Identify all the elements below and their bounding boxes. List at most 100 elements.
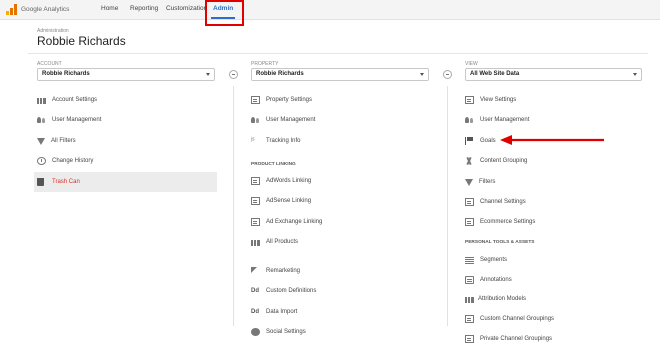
view-selector[interactable]: All Web Site Data [465, 68, 642, 81]
data-import-link[interactable]: Dd Data Import [248, 302, 297, 322]
attribution-models-link[interactable]: Attribution Models [462, 289, 526, 309]
goals-link[interactable]: Goals [462, 131, 496, 151]
menu-label: Custom Definitions [266, 288, 317, 294]
menu-label: User Management [480, 117, 530, 123]
dd-icon: Dd [251, 309, 259, 315]
product-linking-heading: PRODUCT LINKING [251, 162, 296, 167]
filter-icon [465, 178, 473, 186]
menu-label: Remarketing [266, 268, 301, 274]
adsense-icon [251, 197, 260, 205]
page-title: Robbie Richards [37, 34, 126, 48]
column-divider [233, 86, 234, 326]
nav-reporting[interactable]: Reporting [130, 0, 158, 20]
js-icon: ʲˢ [251, 137, 255, 144]
app-name: Google Analytics [21, 6, 70, 13]
channel-icon [465, 335, 474, 343]
google-analytics-logo[interactable]: Google Analytics [6, 3, 69, 16]
menu-label: AdSense Linking [266, 198, 312, 204]
view-user-management-link[interactable]: User Management [462, 110, 529, 130]
property-column-label: PROPERTY [251, 61, 279, 67]
admin-highlight-box [205, 0, 244, 26]
property-selector[interactable]: Robbie Richards [251, 68, 429, 81]
segments-icon [465, 256, 474, 264]
collapse-account-button[interactable] [229, 70, 238, 79]
menu-label: Attribution Models [478, 296, 527, 302]
channel-settings-link[interactable]: Channel Settings [462, 192, 526, 212]
annotations-link[interactable]: Annotations [462, 270, 512, 290]
personal-tools-heading: PERSONAL TOOLS & ASSETS [465, 240, 535, 245]
settings-box-icon [465, 96, 474, 104]
chevron-down-icon [206, 73, 210, 76]
remarketing-link[interactable]: Remarketing [248, 261, 300, 281]
ad-exchange-linking-link[interactable]: Ad Exchange Linking [248, 212, 322, 232]
column-divider [447, 86, 448, 326]
custom-channel-groupings-link[interactable]: Custom Channel Groupings [462, 309, 554, 329]
content-grouping-link[interactable]: Content Grouping [462, 151, 527, 171]
analytics-logo-icon [6, 4, 18, 15]
menu-label: Tracking Info [266, 138, 301, 144]
all-products-link[interactable]: All Products [248, 232, 298, 252]
nav-home[interactable]: Home [101, 0, 118, 20]
property-settings-link[interactable]: Property Settings [248, 90, 312, 110]
account-selector[interactable]: Robbie Richards [37, 68, 215, 81]
nav-customization[interactable]: Customization [166, 0, 207, 20]
all-filters-link[interactable]: All Filters [34, 131, 217, 151]
filter-icon [37, 137, 45, 145]
menu-label: Ad Exchange Linking [266, 219, 323, 225]
view-column-label: VIEW [465, 61, 478, 67]
menu-label: Filters [479, 179, 496, 185]
account-column-label: ACCOUNT [37, 61, 62, 67]
menu-label: Trash Can [52, 179, 80, 185]
chevron-down-icon [420, 73, 424, 76]
tracking-info-link[interactable]: ʲˢ Tracking Info [248, 131, 300, 151]
account-selected-value: Robbie Richards [42, 71, 90, 77]
collapse-property-button[interactable] [443, 70, 452, 79]
menu-label: Change History [52, 158, 94, 164]
menu-label: Channel Settings [480, 199, 526, 205]
trash-can-link[interactable]: Trash Can [34, 172, 217, 192]
social-settings-link[interactable]: Social Settings [248, 322, 306, 342]
view-settings-link[interactable]: View Settings [462, 90, 516, 110]
menu-label: View Settings [480, 97, 517, 103]
menu-label: User Management [52, 117, 102, 123]
menu-label: Account Settings [52, 97, 98, 103]
building-icon [37, 96, 46, 104]
settings-box-icon [251, 96, 260, 104]
segments-link[interactable]: Segments [462, 250, 507, 270]
menu-label: Private Channel Groupings [480, 336, 553, 342]
history-icon [37, 157, 46, 165]
top-nav-bar: Google Analytics Home Reporting Customiz… [0, 0, 660, 20]
users-icon [251, 116, 260, 124]
change-history-link[interactable]: Change History [34, 151, 217, 171]
menu-label: Segments [480, 257, 508, 263]
adwords-linking-link[interactable]: AdWords Linking [248, 171, 311, 191]
grouping-icon [465, 157, 474, 165]
users-icon [465, 116, 474, 124]
header-divider [28, 53, 648, 54]
private-channel-groupings-link[interactable]: Private Channel Groupings [462, 329, 552, 349]
custom-definitions-link[interactable]: Dd Custom Definitions [248, 281, 316, 301]
menu-label: User Management [266, 117, 316, 123]
menu-label: Custom Channel Groupings [480, 316, 555, 322]
adsense-linking-link[interactable]: AdSense Linking [248, 191, 311, 211]
property-user-management-link[interactable]: User Management [248, 110, 315, 130]
filters-link[interactable]: Filters [462, 172, 495, 192]
menu-label: Content Grouping [480, 158, 528, 164]
account-settings-link[interactable]: Account Settings [34, 90, 217, 110]
menu-label: AdWords Linking [266, 178, 312, 184]
globe-icon [251, 328, 260, 336]
adwords-icon [251, 177, 260, 185]
account-user-management-link[interactable]: User Management [34, 110, 217, 130]
ecommerce-settings-link[interactable]: Ecommerce Settings [462, 212, 535, 232]
cart-icon [465, 218, 474, 226]
menu-label: All Products [266, 239, 299, 245]
property-selected-value: Robbie Richards [256, 71, 304, 77]
menu-label: Property Settings [266, 97, 313, 103]
channel-icon [465, 198, 474, 206]
menu-label: Ecommerce Settings [480, 219, 536, 225]
menu-label: All Filters [51, 138, 76, 144]
menu-label: Social Settings [266, 329, 306, 335]
menu-label: Data Import [266, 309, 298, 315]
flag-icon [465, 137, 474, 145]
red-annotation-arrow-icon [500, 135, 604, 145]
